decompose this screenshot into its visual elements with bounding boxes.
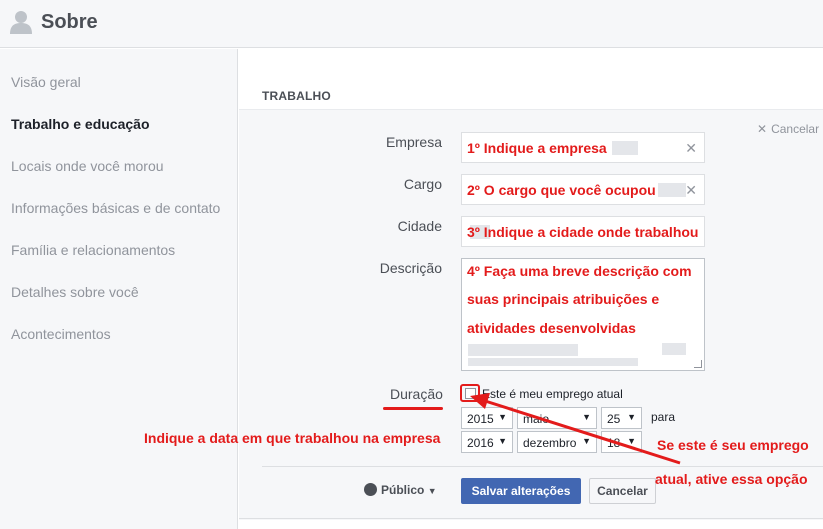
current-job-checkbox[interactable]: [465, 388, 476, 399]
annotation-descricao-2: suas principais atribuições e: [467, 291, 660, 307]
page-title: Sobre: [41, 11, 98, 33]
sidebar-item-trabalho-educacao[interactable]: Trabalho e educação: [11, 116, 150, 132]
clear-icon[interactable]: ✕: [685, 182, 697, 199]
blurred-text: [658, 183, 686, 197]
end-year-select[interactable]: 2016 ▼: [461, 431, 513, 453]
caret-down-icon: ▼: [427, 486, 437, 496]
close-icon: ✕: [757, 122, 768, 136]
chevron-down-icon: ▼: [582, 412, 591, 422]
chevron-down-icon: ▼: [498, 412, 507, 422]
sidebar-item-acontecimentos[interactable]: Acontecimentos: [11, 326, 111, 342]
cancel-button[interactable]: Cancelar: [589, 478, 656, 504]
globe-icon: [364, 483, 377, 496]
page-header: Sobre: [0, 0, 823, 48]
annotation-empresa: 1º Indique a empresa: [467, 140, 607, 156]
annotation-descricao-3: atividades desenvolvidas: [467, 320, 636, 336]
save-button[interactable]: Salvar alterações: [461, 478, 581, 504]
blurred-text: [468, 358, 638, 366]
current-job-highlight: [460, 384, 480, 402]
start-day-select[interactable]: 25 ▼: [601, 407, 642, 429]
current-job-label: Este é meu emprego atual: [482, 387, 623, 401]
chevron-down-icon: ▼: [627, 436, 636, 446]
empresa-label: Empresa: [385, 134, 442, 150]
sidebar-item-informacoes-basicas[interactable]: Informações básicas e de contato: [11, 200, 220, 216]
annotation-atual-2: atual, ative essa opção: [655, 471, 808, 487]
form-bottom-border: [239, 518, 823, 519]
end-day-select[interactable]: 18 ▼: [601, 431, 642, 453]
blurred-text: [662, 343, 686, 355]
cargo-label: Cargo: [403, 176, 442, 192]
cidade-label: Cidade: [397, 218, 442, 234]
blurred-text: [468, 344, 578, 356]
main-content: TRABALHO ✕ Cancelar Empresa ✕ Cargo ✕ Cid…: [239, 49, 823, 529]
chevron-down-icon: ▼: [582, 436, 591, 446]
sidebar: Visão geral Trabalho e educação Locais o…: [0, 49, 238, 529]
duracao-label: Duração: [390, 386, 443, 402]
to-label: para: [651, 410, 676, 424]
annotation-data: Indique a data em que trabalhou na empre…: [144, 430, 441, 446]
sidebar-item-familia[interactable]: Família e relacionamentos: [11, 242, 175, 258]
sidebar-item-visao-geral[interactable]: Visão geral: [11, 74, 81, 90]
descricao-label: Descrição: [379, 260, 442, 276]
section-title: TRABALHO: [262, 89, 331, 103]
form-divider: [262, 466, 823, 467]
annotation-atual-1: Se este é seu emprego: [657, 437, 809, 453]
sidebar-item-locais[interactable]: Locais onde você morou: [11, 158, 164, 174]
blurred-text: [612, 141, 638, 155]
annotation-descricao-1: 4º Faça uma breve descrição com: [467, 263, 692, 279]
clear-icon[interactable]: ✕: [685, 140, 697, 157]
annotation-cargo: 2º O cargo que você ocupou: [467, 182, 656, 198]
start-year-select[interactable]: 2015 ▼: [461, 407, 513, 429]
annotation-cidade: 3º Indique a cidade onde trabalhou: [467, 224, 699, 240]
start-month-select[interactable]: maio ▼: [517, 407, 597, 429]
person-icon: [10, 11, 32, 34]
privacy-selector[interactable]: Público ▼: [364, 483, 437, 497]
resize-handle[interactable]: [694, 360, 702, 368]
sidebar-item-detalhes[interactable]: Detalhes sobre você: [11, 284, 139, 300]
chevron-down-icon: ▼: [627, 412, 636, 422]
chevron-down-icon: ▼: [498, 436, 507, 446]
end-month-select[interactable]: dezembro ▼: [517, 431, 597, 453]
cancel-link[interactable]: ✕ Cancelar: [757, 122, 819, 136]
duracao-underline: [383, 407, 443, 410]
